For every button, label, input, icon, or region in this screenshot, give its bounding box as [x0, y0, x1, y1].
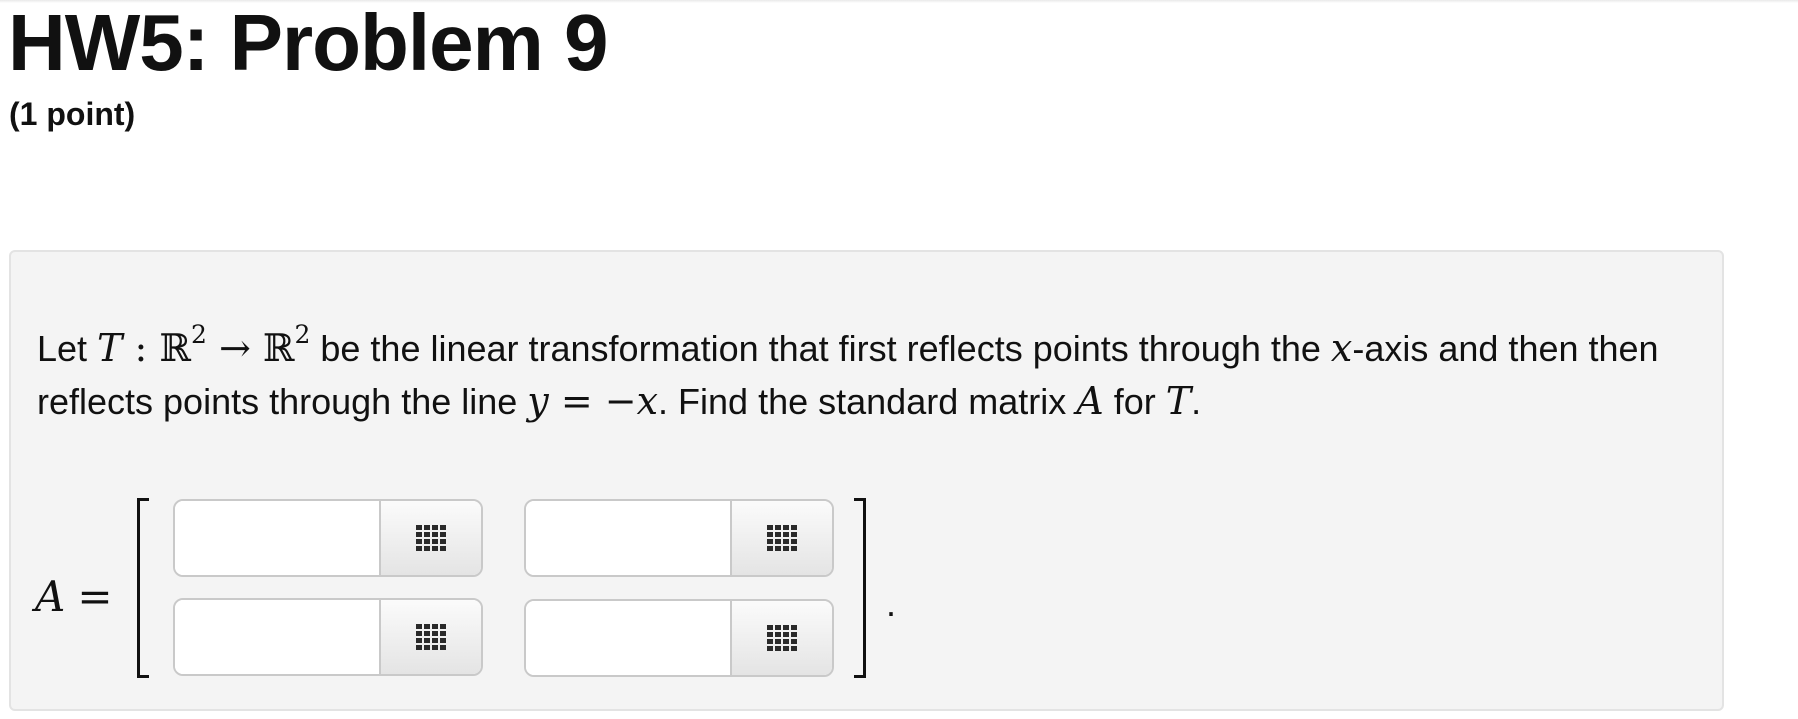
- problem-statement: Let T : ℝ2 → ℝ2 be the linear transforma…: [37, 320, 1659, 423]
- matrix-entry-button[interactable]: [379, 600, 481, 674]
- math-reals: ℝ: [159, 326, 191, 370]
- matrix-period: .: [886, 583, 897, 624]
- matrix-entry-input[interactable]: [526, 501, 731, 575]
- math-reals: ℝ: [262, 326, 295, 370]
- matrix-entry-button[interactable]: [730, 601, 832, 675]
- math-x: x: [636, 379, 659, 423]
- math-T: T: [1165, 379, 1192, 423]
- matrix-entry-button[interactable]: [730, 501, 832, 575]
- matrix-entry-button[interactable]: [379, 501, 481, 575]
- math-A: A: [1076, 379, 1104, 423]
- matrix-left-bracket: [137, 498, 149, 678]
- problem-points: (1 point): [9, 96, 136, 132]
- matrix-entry-input[interactable]: [175, 501, 380, 575]
- problem-panel: Let T : ℝ2 → ℝ2 be the linear transforma…: [9, 250, 1724, 711]
- matrix-entry-input[interactable]: [526, 601, 731, 675]
- math-x: x: [1330, 326, 1353, 370]
- math-arrow: →: [206, 326, 263, 370]
- matrix-cell-r2-c2: [524, 599, 834, 677]
- matrix-grid-icon: [416, 525, 446, 551]
- problem-title: HW5: Problem 9: [8, 0, 608, 87]
- matrix-right-bracket: [854, 498, 866, 678]
- matrix-cell-r1-c1: [173, 499, 483, 577]
- matrix-cell-r1-c2: [524, 499, 834, 577]
- math-y: y: [527, 379, 549, 423]
- matrix-grid-icon: [767, 625, 797, 651]
- matrix-label: A =: [35, 572, 113, 621]
- matrix-grid-icon: [767, 525, 797, 551]
- math-T: T: [97, 326, 123, 370]
- matrix-entry-input[interactable]: [175, 600, 380, 674]
- matrix-grid-icon: [416, 624, 446, 650]
- matrix-cell-r2-c1: [173, 598, 483, 676]
